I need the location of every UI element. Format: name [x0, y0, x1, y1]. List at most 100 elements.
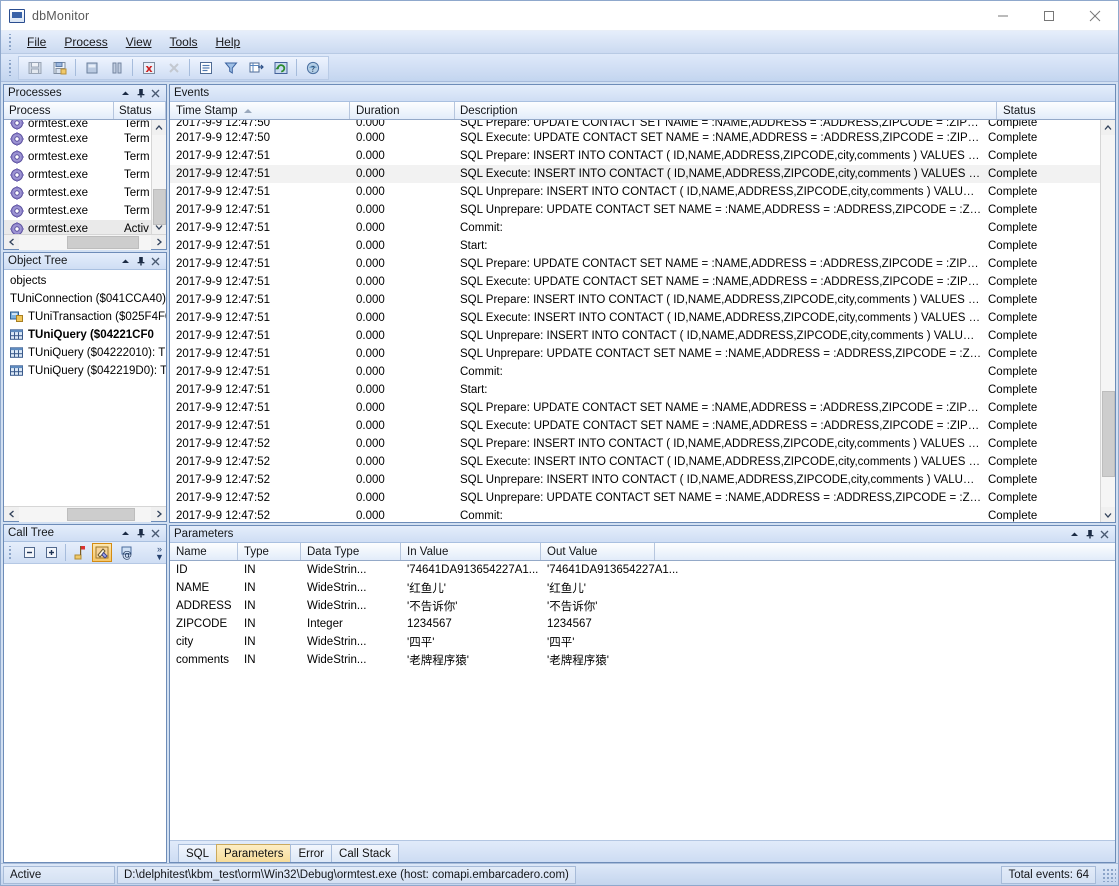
- details-icon[interactable]: [194, 57, 217, 78]
- clear-icon[interactable]: x: [137, 57, 160, 78]
- parameter-row[interactable]: ADDRESS IN WideStrin... '不告诉你' '不告诉你': [170, 597, 1115, 615]
- scroll-up-icon[interactable]: [151, 120, 166, 135]
- event-row[interactable]: 2017-9-9 12:47:51 0.000 SQL Execute: INSER…: [170, 309, 1100, 327]
- parameter-row[interactable]: ZIPCODE IN Integer 1234567 1234567: [170, 615, 1115, 633]
- filter-icon[interactable]: [219, 57, 242, 78]
- processes-hscroll-track[interactable]: [19, 234, 151, 250]
- parameter-row[interactable]: NAME IN WideStrin... '红鱼儿' '红鱼儿': [170, 579, 1115, 597]
- event-row[interactable]: 2017-9-9 12:47:52 0.000 Commit: Complete: [170, 507, 1100, 522]
- parameter-row[interactable]: comments IN WideStrin... '老牌程序猿' '老牌程序猿': [170, 651, 1115, 669]
- object-tree-node[interactable]: TUniQuery ($04222010): TU: [4, 344, 166, 362]
- collapse-panel-icon[interactable]: [120, 255, 131, 267]
- process-row[interactable]: ormtest.exe Term: [4, 130, 151, 148]
- minimize-button[interactable]: [980, 1, 1026, 31]
- bookmark-icon[interactable]: [70, 543, 90, 562]
- column-duration[interactable]: Duration: [350, 102, 455, 119]
- column-name[interactable]: Name: [170, 543, 238, 560]
- tab-call-stack[interactable]: Call Stack: [331, 844, 399, 862]
- tab-error[interactable]: Error: [290, 844, 333, 862]
- process-row[interactable]: ormtest.exe Term: [4, 148, 151, 166]
- save-icon[interactable]: [23, 57, 46, 78]
- menu-tools[interactable]: Tools: [161, 33, 207, 51]
- column-status[interactable]: Status: [997, 102, 1115, 119]
- scroll-left-icon[interactable]: [4, 507, 19, 522]
- pin-icon[interactable]: [135, 87, 146, 99]
- column-out-value[interactable]: Out Value: [541, 543, 655, 560]
- object-tree-hscrollbar[interactable]: [4, 506, 166, 522]
- processes-scroll-track[interactable]: [151, 135, 166, 225]
- event-row[interactable]: 2017-9-9 12:47:52 0.000 SQL Execute: INSER…: [170, 453, 1100, 471]
- menu-process[interactable]: Process: [55, 33, 116, 51]
- pause-icon[interactable]: [105, 57, 128, 78]
- process-row[interactable]: ormtest.exe Term: [4, 184, 151, 202]
- edit-highlight-icon[interactable]: [92, 543, 112, 562]
- call-tree-content[interactable]: [4, 564, 166, 862]
- event-row[interactable]: 2017-9-9 12:47:51 0.000 SQL Prepare: UPDAT…: [170, 399, 1100, 417]
- scroll-up-icon[interactable]: [1100, 120, 1115, 135]
- delete-icon[interactable]: [162, 57, 185, 78]
- event-row[interactable]: 2017-9-9 12:47:51 0.000 SQL Execute: INSER…: [170, 165, 1100, 183]
- expand-all-icon[interactable]: [41, 543, 61, 562]
- close-panel-icon[interactable]: [1099, 528, 1110, 540]
- object-tree-node[interactable]: TUniConnection ($041CCA40):: [4, 290, 166, 308]
- event-row[interactable]: 2017-9-9 12:47:51 0.000 Commit: Complete: [170, 363, 1100, 381]
- close-panel-icon[interactable]: [150, 527, 161, 539]
- event-row[interactable]: 2017-9-9 12:47:51 0.000 Start: Complete: [170, 381, 1100, 399]
- pin-icon[interactable]: [1084, 528, 1095, 540]
- menu-gripper[interactable]: [7, 34, 14, 50]
- event-row[interactable]: 2017-9-9 12:47:51 0.000 Start: Complete: [170, 237, 1100, 255]
- column-data-type[interactable]: Data Type: [301, 543, 401, 560]
- column-description[interactable]: Description: [455, 102, 997, 119]
- process-row[interactable]: ormtest.exe Term: [4, 120, 151, 130]
- maximize-button[interactable]: [1026, 1, 1072, 31]
- process-row[interactable]: ormtest.exe Term: [4, 202, 151, 220]
- scroll-left-icon[interactable]: [4, 235, 19, 250]
- collapse-all-icon[interactable]: [19, 543, 39, 562]
- process-row[interactable]: ormtest.exe Term: [4, 166, 151, 184]
- column-in-value[interactable]: In Value: [401, 543, 541, 560]
- parameter-row[interactable]: ID IN WideStrin... '74641DA913654227A1... '7…: [170, 561, 1115, 579]
- stop-icon[interactable]: [80, 57, 103, 78]
- event-row[interactable]: 2017-9-9 12:47:51 0.000 SQL Execute: UPDAT…: [170, 417, 1100, 435]
- event-row[interactable]: 2017-9-9 12:47:52 0.000 SQL Unprepare: INS…: [170, 471, 1100, 489]
- object-tree-node[interactable]: TUniQuery ($04221CF0: [4, 326, 166, 344]
- object-tree-node[interactable]: objects: [4, 272, 166, 290]
- event-row[interactable]: 2017-9-9 12:47:52 0.000 SQL Prepare: INSER…: [170, 435, 1100, 453]
- column-time-stamp[interactable]: Time Stamp: [170, 102, 350, 119]
- at-sign-icon[interactable]: @: [114, 543, 134, 562]
- events-scroll-track[interactable]: [1100, 135, 1115, 507]
- close-panel-icon[interactable]: [150, 87, 161, 99]
- collapse-panel-icon[interactable]: [120, 527, 131, 539]
- object-tree-hscroll-track[interactable]: [19, 506, 151, 522]
- event-row[interactable]: 2017-9-9 12:47:52 0.000 SQL Unprepare: UPD…: [170, 489, 1100, 507]
- event-row[interactable]: 2017-9-9 12:47:51 0.000 SQL Unprepare: UPD…: [170, 201, 1100, 219]
- scroll-right-icon[interactable]: [151, 235, 166, 250]
- toolbar-overflow-icon[interactable]: » ▼: [153, 543, 166, 563]
- menu-help[interactable]: Help: [207, 33, 250, 51]
- events-vscrollbar[interactable]: [1100, 120, 1115, 522]
- save-as-icon[interactable]: [48, 57, 71, 78]
- event-row[interactable]: 2017-9-9 12:47:50 0.000 SQL Prepare: UPDAT…: [170, 120, 1100, 129]
- refresh-icon[interactable]: [269, 57, 292, 78]
- event-row[interactable]: 2017-9-9 12:47:51 0.000 SQL Prepare: UPDAT…: [170, 255, 1100, 273]
- about-icon[interactable]: ?: [301, 57, 324, 78]
- scroll-right-icon[interactable]: [151, 507, 166, 522]
- processes-scroll-thumb[interactable]: [152, 189, 166, 225]
- event-row[interactable]: 2017-9-9 12:47:51 0.000 SQL Unprepare: INS…: [170, 327, 1100, 345]
- scroll-down-icon[interactable]: [1100, 507, 1115, 522]
- event-row[interactable]: 2017-9-9 12:47:51 0.000 SQL Prepare: INSER…: [170, 291, 1100, 309]
- process-row[interactable]: ormtest.exe Activ: [4, 220, 151, 234]
- collapse-panel-icon[interactable]: [120, 87, 131, 99]
- pin-icon[interactable]: [135, 255, 146, 267]
- resize-grip-icon[interactable]: [1102, 867, 1116, 882]
- menu-file[interactable]: File: [18, 33, 55, 51]
- event-row[interactable]: 2017-9-9 12:47:51 0.000 SQL Execute: UPDAT…: [170, 273, 1100, 291]
- object-tree-node[interactable]: TUniTransaction ($025F4F0: [4, 308, 166, 326]
- column-process[interactable]: Process: [4, 102, 114, 119]
- event-row[interactable]: 2017-9-9 12:47:50 0.000 SQL Execute: UPDAT…: [170, 129, 1100, 147]
- event-row[interactable]: 2017-9-9 12:47:51 0.000 SQL Prepare: INSER…: [170, 147, 1100, 165]
- processes-vscrollbar[interactable]: [151, 120, 166, 234]
- menu-view[interactable]: View: [117, 33, 161, 51]
- parameter-row[interactable]: city IN WideStrin... '四平' '四平': [170, 633, 1115, 651]
- call-tree-gripper[interactable]: [7, 545, 14, 560]
